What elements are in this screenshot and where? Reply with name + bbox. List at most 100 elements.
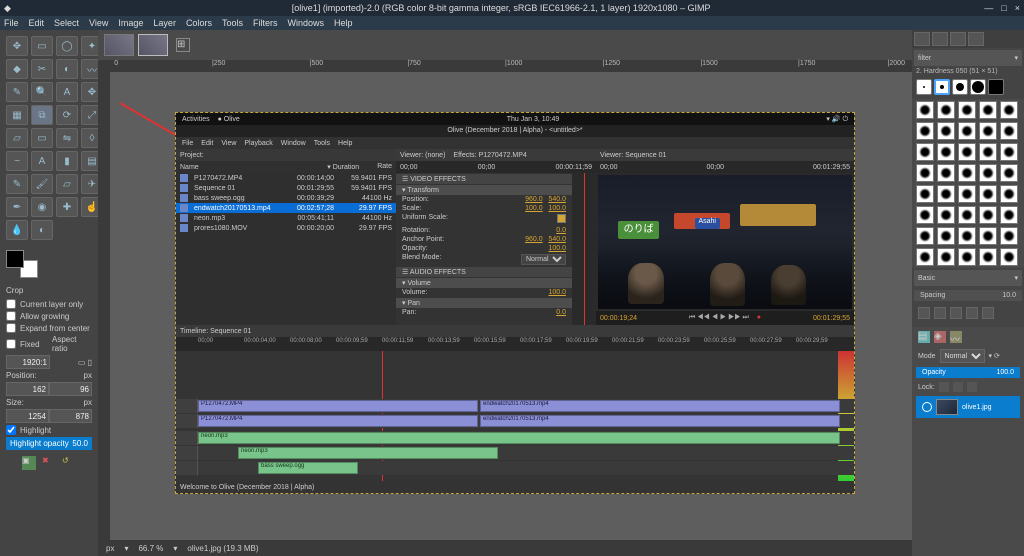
layer-opacity[interactable]: Opacity100.0 (916, 367, 1020, 378)
opt-allow-growing[interactable] (6, 311, 16, 321)
tool-paintbrush[interactable]: 🖌 (31, 174, 53, 194)
tool-blur[interactable]: 💧 (6, 220, 28, 240)
brush-item[interactable] (979, 206, 997, 224)
minimize-button[interactable]: — (984, 3, 993, 13)
opt-current-layer[interactable] (6, 299, 16, 309)
layer-name[interactable]: olive1.jpg (962, 404, 992, 411)
brush-item[interactable] (916, 227, 934, 245)
brush-item[interactable] (1000, 143, 1018, 161)
brush-filter[interactable]: filter (918, 55, 1014, 62)
brush-item[interactable] (979, 185, 997, 203)
brush-item[interactable] (979, 248, 997, 266)
brush-item[interactable] (937, 227, 955, 245)
single-window-icon[interactable]: ⊞ (176, 38, 190, 52)
tool-free-select[interactable]: ◯ (56, 36, 78, 56)
brush-item[interactable] (958, 164, 976, 182)
tool-rect-select[interactable]: ▭ (31, 36, 53, 56)
close-button[interactable]: × (1015, 3, 1020, 13)
tool-opt-restore-icon[interactable]: ↺ (62, 456, 76, 470)
main-menubar[interactable]: File Edit Select View Image Layer Colors… (0, 16, 1024, 30)
menu-tools[interactable]: Tools (222, 18, 243, 28)
pos-y-input[interactable]: 96 (49, 382, 92, 396)
doc-tab-2[interactable] (138, 34, 168, 56)
maximize-button[interactable]: □ (1001, 3, 1006, 13)
opt-expand-center[interactable] (6, 323, 16, 333)
menu-image[interactable]: Image (118, 18, 143, 28)
aspect-orient-icon[interactable]: ▭ ▯ (78, 358, 92, 367)
brush-item[interactable] (958, 248, 976, 266)
tool-color-select[interactable]: ◆ (6, 59, 28, 79)
tool-text[interactable]: A (31, 151, 53, 171)
menu-edit[interactable]: Edit (29, 18, 45, 28)
status-unit[interactable]: px (106, 544, 114, 553)
brush-dup-icon[interactable] (950, 307, 962, 319)
tool-bucket[interactable]: ▮ (56, 151, 78, 171)
brush-preset[interactable] (970, 79, 986, 95)
history-tab-icon[interactable] (968, 32, 984, 46)
brush-dock-tabs[interactable] (912, 30, 1024, 48)
tool-color-picker[interactable]: ✎ (6, 82, 28, 102)
brush-item[interactable] (1000, 101, 1018, 119)
brush-item[interactable] (937, 206, 955, 224)
brush-item[interactable] (979, 143, 997, 161)
brushes-tab-icon[interactable] (914, 32, 930, 46)
tool-shear[interactable]: ▱ (6, 128, 28, 148)
brush-item[interactable] (937, 122, 955, 140)
status-zoom[interactable]: 66.7 % (138, 544, 163, 553)
brush-item[interactable] (916, 164, 934, 182)
tool-flip[interactable]: ⇋ (56, 128, 78, 148)
patterns-tab-icon[interactable] (932, 32, 948, 46)
brush-item[interactable] (958, 101, 976, 119)
brush-edit-icon[interactable] (918, 307, 930, 319)
tool-scissors[interactable]: ✂ (31, 59, 53, 79)
tool-move[interactable]: ✥ (6, 36, 28, 56)
brush-preset[interactable] (916, 79, 932, 95)
brush-item[interactable] (979, 227, 997, 245)
tool-crop[interactable]: ⧉ (31, 105, 53, 125)
menu-select[interactable]: Select (54, 18, 79, 28)
tool-ink[interactable]: ✒ (6, 197, 28, 217)
tool-opt-save-icon[interactable]: ▣ (22, 456, 36, 470)
size-w-input[interactable]: 1254 (6, 409, 49, 423)
brush-item[interactable] (1000, 227, 1018, 245)
brush-item[interactable] (958, 122, 976, 140)
menu-help[interactable]: Help (334, 18, 353, 28)
brush-preset[interactable] (952, 79, 968, 95)
brush-item[interactable] (937, 185, 955, 203)
tool-heal[interactable]: ✚ (56, 197, 78, 217)
brush-grid[interactable] (912, 99, 1024, 268)
layer-mode-select[interactable]: Normal (940, 349, 985, 363)
canvas[interactable]: Activities ● Olive Thu Jan 3, 10:49 ▾ 🔊 … (110, 72, 912, 540)
brush-item[interactable] (1000, 206, 1018, 224)
brush-preset[interactable] (988, 79, 1004, 95)
menu-colors[interactable]: Colors (186, 18, 212, 28)
ruler-horizontal[interactable]: 0 |250 |500 |750 |1000 |1250 |1500 |1750… (98, 60, 912, 72)
pos-x-input[interactable]: 162 (6, 382, 49, 396)
brush-item[interactable] (916, 101, 934, 119)
brush-item[interactable] (916, 122, 934, 140)
opt-highlight[interactable] (6, 425, 16, 435)
size-unit[interactable]: px (84, 398, 92, 407)
brush-item[interactable] (937, 164, 955, 182)
brush-item[interactable] (1000, 122, 1018, 140)
ruler-vertical[interactable] (98, 72, 110, 540)
size-h-input[interactable]: 878 (49, 409, 92, 423)
tool-opt-reset-icon[interactable]: ✖ (42, 456, 56, 470)
layer-item[interactable]: olive1.jpg (916, 396, 1020, 418)
lock-pixels-icon[interactable] (939, 382, 949, 392)
brush-size-row[interactable] (916, 79, 1020, 95)
fg-bg-colors[interactable] (6, 250, 38, 278)
opt-fixed[interactable] (6, 339, 16, 349)
tool-warp[interactable]: ~ (6, 151, 28, 171)
brush-item[interactable] (937, 101, 955, 119)
tool-eraser[interactable]: ▱ (56, 174, 78, 194)
tool-align[interactable]: ▦ (6, 105, 28, 125)
brush-item[interactable] (937, 143, 955, 161)
brush-item[interactable] (958, 227, 976, 245)
fonts-tab-icon[interactable] (950, 32, 966, 46)
lock-position-icon[interactable] (967, 382, 977, 392)
brush-item[interactable] (1000, 185, 1018, 203)
menu-layer[interactable]: Layer (153, 18, 176, 28)
brush-item[interactable] (979, 101, 997, 119)
brush-preset-select[interactable]: Basic (918, 275, 935, 282)
